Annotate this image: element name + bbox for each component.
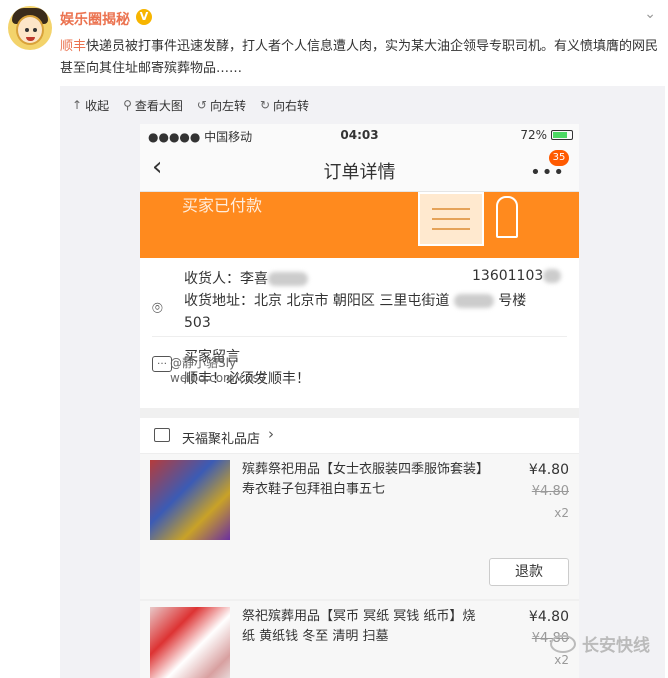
store-icon <box>154 428 170 442</box>
rotate-right-button[interactable]: ↻ 向右转 <box>260 97 309 114</box>
order-item: 殡葬祭祀用品【女士衣服装四季服饰套装】寿衣鞋子包拜祖白事五七 ¥4.80 ¥4.… <box>140 454 579 599</box>
item-price: ¥4.80 <box>528 609 569 625</box>
rotate-left-icon: ↺ <box>196 98 207 112</box>
nav-bar: ‹ 订单详情 ••• 35 <box>140 148 579 192</box>
location-pin-icon: ⌾ <box>152 298 163 319</box>
order-screenshot[interactable]: ●●●●● 中国移动 04:03 72% ‹ 订单详情 ••• 35 买家已付款… <box>140 124 579 678</box>
rotate-right-icon: ↻ <box>259 98 271 112</box>
verified-badge-icon: V <box>136 9 152 25</box>
arrow-up-icon: ↑ <box>72 98 83 112</box>
shipping-address: 收货地址：北京 北京市 朝阳区 三里屯街道 号楼 503 <box>184 293 527 331</box>
image-viewer: ↑ 收起 ⚲ 查看大图 ↺ 向左转 ↻ 向右转 ●●●●● 中国移动 04:03 72%… <box>60 86 665 678</box>
product-thumbnail <box>150 607 230 678</box>
post-text: 顺丰快递员被打事件迅速发酵，打人者个人信息遭人肉，实为某大油企领导专职司机。有义… <box>60 36 660 80</box>
view-large-button[interactable]: ⚲ 查看大图 <box>123 97 183 114</box>
notification-badge: 35 <box>549 150 569 166</box>
nav-title: 订单详情 <box>323 162 396 183</box>
product-thumbnail <box>150 460 230 540</box>
item-title: 祭祀殡葬用品【冥币 冥纸 冥钱 纸币】烧纸 黄纸钱 冬至 清明 扫墓 <box>242 609 476 644</box>
item-title: 殡葬祭祀用品【女士衣服装四季服饰套装】寿衣鞋子包拜祖白事五七 <box>242 462 483 497</box>
order-status-text: 买家已付款 <box>182 196 263 215</box>
chevron-right-icon: › <box>268 425 274 443</box>
store-name: 天福聚礼品店 <box>182 432 261 447</box>
item-quantity: x2 <box>554 506 569 520</box>
post-highlight-link[interactable]: 顺丰 <box>60 39 86 54</box>
image-toolbar: ↑ 收起 ⚲ 查看大图 ↺ 向左转 ↻ 向右转 <box>60 86 323 124</box>
corner-watermark: 长安快线 <box>550 631 650 656</box>
order-status-banner: 买家已付款 <box>140 192 579 258</box>
username[interactable]: 娱乐圈揭秘 <box>60 9 130 29</box>
search-icon: ⚲ <box>123 98 132 112</box>
order-item: 祭祀殡葬用品【冥币 冥纸 冥钱 纸币】烧纸 黄纸钱 冬至 清明 扫墓 ¥4.80… <box>140 601 579 678</box>
status-bar: ●●●●● 中国移动 04:03 72% <box>140 124 579 148</box>
post-body: 快递员被打事件迅速发酵，打人者个人信息遭人肉，实为某大油企领导专职司机。有义愤填… <box>60 39 659 76</box>
refund-button: 退款 <box>489 558 569 586</box>
receiver: 收货人：李喜 <box>184 268 308 288</box>
redaction-blur <box>268 272 308 286</box>
person-icon <box>496 196 518 238</box>
battery-status: 72% <box>520 128 573 142</box>
avatar[interactable] <box>8 6 52 50</box>
chevron-down-icon[interactable]: ⌄ <box>644 6 656 22</box>
item-original-price: ¥4.80 <box>531 484 569 499</box>
battery-percent: 72% <box>520 128 547 142</box>
battery-icon <box>551 130 573 140</box>
store-row: 天福聚礼品店 › <box>140 418 579 454</box>
clock: 04:03 <box>340 128 379 142</box>
wechat-icon <box>550 634 576 653</box>
package-icon <box>418 192 484 246</box>
item-price: ¥4.80 <box>528 462 569 478</box>
receiver-phone: 13601103 <box>472 268 562 284</box>
collapse-button[interactable]: ↑ 收起 <box>72 97 109 114</box>
message-icon: … <box>152 356 172 372</box>
rotate-left-button[interactable]: ↺ 向左转 <box>197 97 246 114</box>
divider <box>152 336 567 337</box>
weibo-watermark: @静小骆Sly weibo.com/cxs7 <box>170 356 267 385</box>
